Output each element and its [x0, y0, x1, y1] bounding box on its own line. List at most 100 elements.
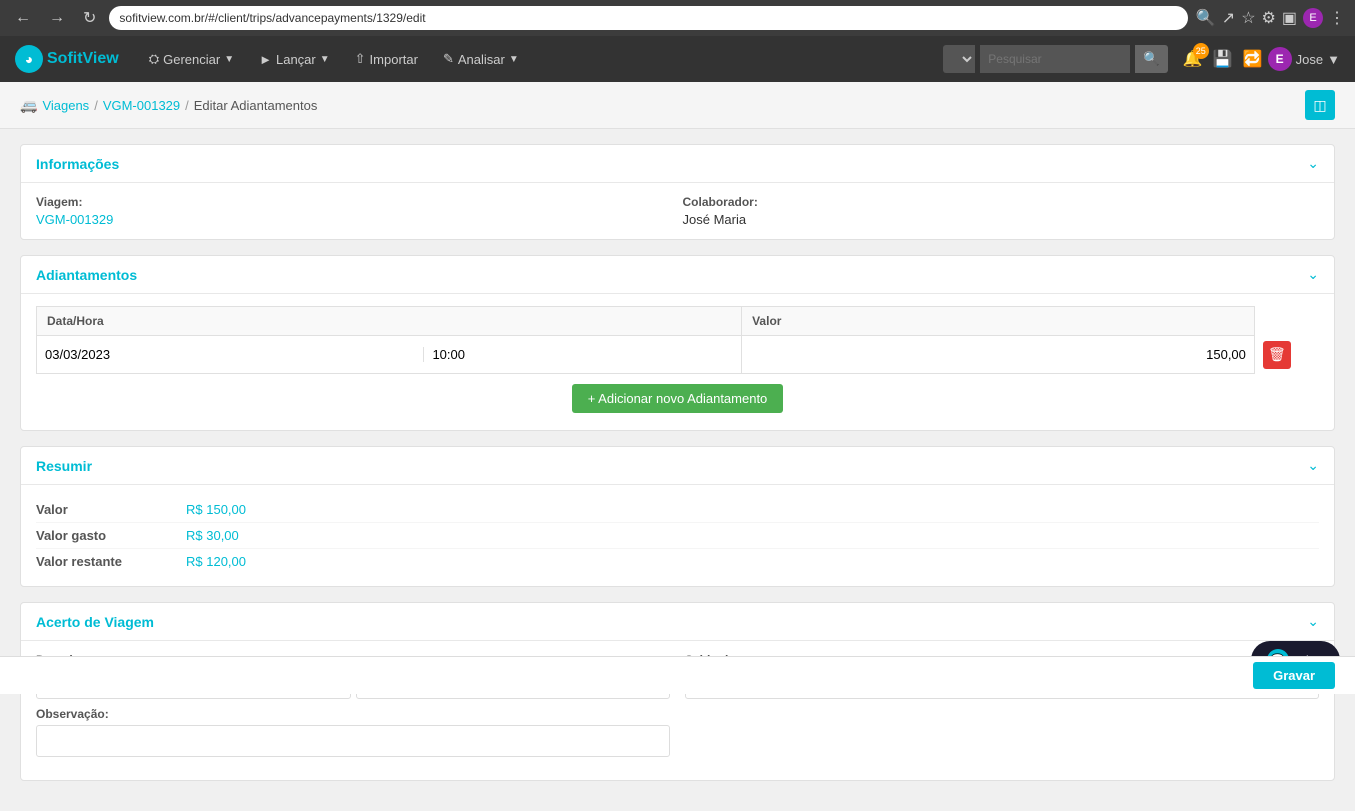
viagem-label: Viagem: [36, 195, 673, 209]
valor-input[interactable] [750, 347, 1246, 362]
acerto-header: Acerto de Viagem ⌄ [21, 603, 1334, 641]
star-icon[interactable]: ☆ [1241, 8, 1255, 28]
col-data-hora: Data/Hora [37, 307, 742, 336]
search-category-select[interactable] [943, 45, 975, 73]
colaborador-info: Colaborador: José Maria [683, 195, 1320, 227]
valor-cell [742, 336, 1255, 374]
app-logo: ◕ SofitView [15, 45, 119, 73]
informacoes-body: Viagem: VGM-001329 Colaborador: José Mar… [21, 183, 1334, 239]
resumir-section: Resumir ⌄ Valor R$ 150,00 Valor gasto R$… [20, 446, 1335, 587]
data-input[interactable] [45, 347, 423, 362]
user-chevron-icon: ▼ [1327, 52, 1340, 67]
share-icon[interactable]: ↗ [1222, 8, 1235, 28]
adiantamentos-header: Adiantamentos ⌄ [21, 256, 1334, 294]
address-text: sofitview.com.br/#/client/trips/advancep… [119, 11, 425, 25]
nav-gerenciar[interactable]: ⛭ Gerenciar ▼ [139, 45, 244, 73]
browser-bar: ← → ↻ sofitview.com.br/#/client/trips/ad… [0, 0, 1355, 36]
main-content: Informações ⌄ Viagem: VGM-001329 Colabor… [0, 129, 1355, 811]
gear-icon: ⛭ [149, 51, 159, 67]
nav-search: 🔍 [943, 45, 1168, 73]
logo-icon: ◕ [15, 45, 43, 73]
observacao-form: Observação: [36, 707, 670, 760]
user-avatar: E [1268, 47, 1292, 71]
col-valor: Valor [742, 307, 1255, 336]
acerto-title: Acerto de Viagem [36, 614, 154, 630]
nav-analisar[interactable]: ✎ Analisar ▼ [433, 45, 529, 73]
search-input[interactable] [980, 45, 1130, 73]
observacao-input[interactable] [36, 725, 670, 757]
resumir-chevron[interactable]: ⌄ [1307, 457, 1319, 474]
notification-bell[interactable]: 🔔 25 [1183, 49, 1203, 69]
info-grid: Viagem: VGM-001329 Colaborador: José Mar… [36, 195, 1319, 227]
resumir-header: Resumir ⌄ [21, 447, 1334, 485]
adiantamentos-chevron[interactable]: ⌄ [1307, 266, 1319, 283]
valor-gasto-value: R$ 30,00 [186, 528, 239, 543]
app-navbar: ◕ SofitView ⛭ Gerenciar ▼ ► Lançar ▼ ⇧ I… [0, 36, 1355, 82]
add-btn-container: + Adicionar novo Adiantamento [36, 384, 1319, 413]
hora-input[interactable] [423, 347, 733, 362]
window-icon[interactable]: ▣ [1282, 8, 1297, 28]
valor-restante-label: Valor restante [36, 554, 186, 569]
back-button[interactable]: ← [10, 7, 36, 29]
logo-text: SofitView [47, 50, 119, 68]
viagem-info: Viagem: VGM-001329 [36, 195, 673, 227]
forward-button[interactable]: → [44, 7, 70, 29]
colaborador-label: Colaborador: [683, 195, 1320, 209]
valor-gasto-label: Valor gasto [36, 528, 186, 543]
extensions-icon[interactable]: ⚙ [1262, 8, 1276, 28]
arrow-icon: ► [259, 52, 272, 67]
colaborador-value: José Maria [683, 212, 1320, 227]
download-icon[interactable]: 💾 [1213, 49, 1233, 69]
upload-icon: ⇧ [355, 51, 366, 67]
nav-icons: 🔔 25 💾 🔁 [1183, 49, 1263, 69]
breadcrumb-bar: 🚐 Viagens / VGM-001329 / Editar Adiantam… [0, 82, 1355, 129]
valor-gasto-row: Valor gasto R$ 30,00 [36, 523, 1319, 549]
viagem-icon: 🚐 [20, 97, 37, 114]
valor-label: Valor [36, 502, 186, 517]
share-network-icon[interactable]: 🔁 [1243, 49, 1263, 69]
informacoes-chevron[interactable]: ⌄ [1307, 155, 1319, 172]
address-bar[interactable]: sofitview.com.br/#/client/trips/advancep… [109, 6, 1187, 30]
nav-lancar[interactable]: ► Lançar ▼ [249, 46, 340, 73]
delete-row-button[interactable]: 🗑 [1263, 341, 1291, 369]
chevron-down-icon: ▼ [224, 54, 234, 65]
resumir-title: Resumir [36, 458, 92, 474]
informacoes-title: Informações [36, 156, 119, 172]
gravar-button[interactable]: Gravar [1253, 662, 1335, 689]
resumir-body: Valor R$ 150,00 Valor gasto R$ 30,00 Val… [21, 485, 1334, 586]
breadcrumb-action-button[interactable]: ◫ [1305, 90, 1335, 120]
action-cell: 🗑 [1254, 336, 1318, 374]
valor-restante-value: R$ 120,00 [186, 554, 246, 569]
breadcrumb-current: Editar Adiantamentos [194, 98, 318, 113]
search-icon[interactable]: 🔍 [1196, 8, 1216, 28]
chevron-down-icon: ▼ [320, 54, 330, 65]
nav-importar[interactable]: ⇧ Importar [345, 45, 428, 73]
breadcrumb-vgm-link[interactable]: VGM-001329 [103, 98, 180, 113]
adiantamentos-body: Data/Hora Valor [21, 294, 1334, 430]
search-button[interactable]: 🔍 [1135, 45, 1168, 73]
data-cell [37, 336, 742, 374]
viagem-value[interactable]: VGM-001329 [36, 212, 673, 227]
breadcrumb: 🚐 Viagens / VGM-001329 / Editar Adiantam… [20, 97, 317, 114]
acerto-chevron[interactable]: ⌄ [1307, 613, 1319, 630]
browser-actions: 🔍 ↗ ☆ ⚙ ▣ E ⋮ [1196, 8, 1345, 28]
adiantamentos-section: Adiantamentos ⌄ Data/Hora Valor [20, 255, 1335, 431]
observacao-label: Observação: [36, 707, 670, 721]
valor-restante-row: Valor restante R$ 120,00 [36, 549, 1319, 574]
reload-button[interactable]: ↻ [78, 6, 101, 30]
user-circle-icon[interactable]: E [1303, 8, 1323, 28]
more-icon[interactable]: ⋮ [1329, 8, 1345, 28]
nav-menu: ⛭ Gerenciar ▼ ► Lançar ▼ ⇧ Importar ✎ An… [139, 45, 944, 73]
valor-value: R$ 150,00 [186, 502, 246, 517]
notification-badge: 25 [1193, 43, 1209, 59]
table-row: 🗑 [37, 336, 1319, 374]
chevron-down-icon: ▼ [509, 54, 519, 65]
informacoes-section: Informações ⌄ Viagem: VGM-001329 Colabor… [20, 144, 1335, 240]
breadcrumb-viagens-link[interactable]: Viagens [42, 98, 89, 113]
add-adiantamento-button[interactable]: + Adicionar novo Adiantamento [572, 384, 784, 413]
chart-icon: ✎ [443, 51, 454, 67]
informacoes-header: Informações ⌄ [21, 145, 1334, 183]
valor-row: Valor R$ 150,00 [36, 497, 1319, 523]
nav-user[interactable]: E Jose ▼ [1268, 47, 1340, 71]
adiantamentos-title: Adiantamentos [36, 267, 137, 283]
